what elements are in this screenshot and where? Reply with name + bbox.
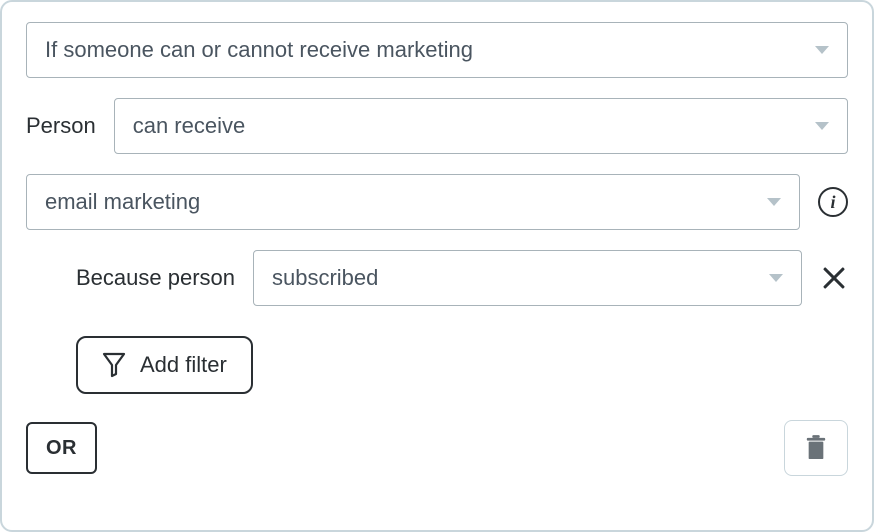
chevron-down-icon xyxy=(815,46,829,54)
reason-select-value: subscribed xyxy=(272,265,378,291)
info-icon[interactable]: i xyxy=(818,187,848,217)
trash-icon xyxy=(805,435,827,461)
channel-select-value: email marketing xyxy=(45,189,200,215)
person-can-select[interactable]: can receive xyxy=(114,98,848,154)
person-label: Person xyxy=(26,113,96,139)
condition-row: If someone can or cannot receive marketi… xyxy=(26,22,848,78)
close-icon[interactable] xyxy=(820,264,848,292)
chevron-down-icon xyxy=(815,122,829,130)
or-button[interactable]: OR xyxy=(26,422,97,474)
person-can-select-value: can receive xyxy=(133,113,246,139)
add-filter-label: Add filter xyxy=(140,352,227,378)
filter-panel: If someone can or cannot receive marketi… xyxy=(0,0,874,532)
because-row: Because person subscribed xyxy=(26,250,848,306)
channel-select[interactable]: email marketing xyxy=(26,174,800,230)
add-filter-button[interactable]: Add filter xyxy=(76,336,253,394)
person-row: Person can receive xyxy=(26,98,848,154)
condition-select[interactable]: If someone can or cannot receive marketi… xyxy=(26,22,848,78)
chevron-down-icon xyxy=(767,198,781,206)
funnel-icon xyxy=(102,352,126,378)
delete-button[interactable] xyxy=(784,420,848,476)
channel-row: email marketing i xyxy=(26,174,848,230)
chevron-down-icon xyxy=(769,274,783,282)
because-label: Because person xyxy=(76,265,235,291)
or-label: OR xyxy=(46,437,77,459)
reason-select[interactable]: subscribed xyxy=(253,250,802,306)
bottom-row: OR xyxy=(26,420,848,476)
condition-select-value: If someone can or cannot receive marketi… xyxy=(45,37,473,63)
